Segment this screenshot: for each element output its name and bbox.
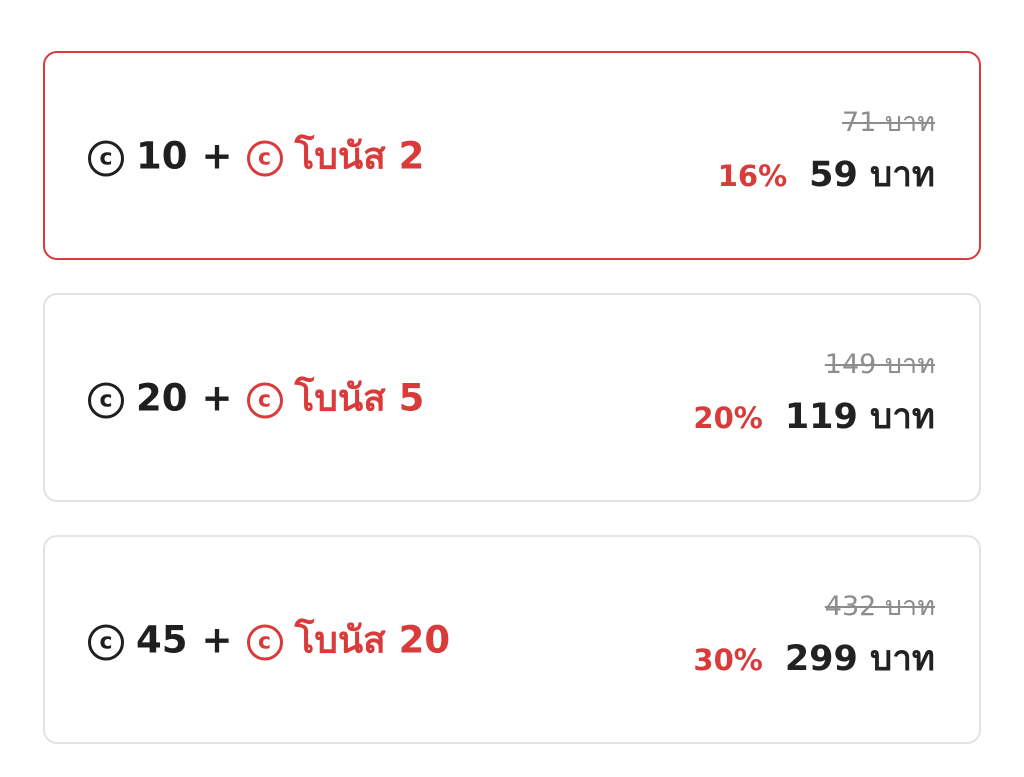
coin-amount: 10 xyxy=(136,134,188,177)
plus-sign: + xyxy=(201,376,233,419)
bonus-coin-icon: c xyxy=(246,140,283,177)
sale-price: 59 บาท xyxy=(809,155,935,195)
coin-summary: c 45 + c โบนัส 20 xyxy=(88,610,450,669)
coin-package-card-selected[interactable]: c 10 + c โบนัส 2 71 บาท 16% 59 บาท xyxy=(43,51,981,260)
coin-amount: 45 xyxy=(136,618,188,661)
price-info: 71 บาท 16% 59 บาท xyxy=(718,105,935,202)
coin-summary: c 10 + c โบนัส 2 xyxy=(88,126,424,185)
discount-percent: 16% xyxy=(717,159,788,193)
original-price: 71 บาท xyxy=(841,107,935,138)
price-info: 432 บาท 30% 299 บาท xyxy=(693,589,935,686)
bonus-label: โบนัส 20 xyxy=(294,618,451,661)
discount-percent: 30% xyxy=(693,643,763,677)
coin-icon: c xyxy=(88,140,124,177)
sale-price-row: 30% 299 บาท xyxy=(693,631,935,686)
original-price: 432 บาท xyxy=(824,591,935,622)
plus-sign: + xyxy=(201,134,233,177)
coin-package-card[interactable]: c 20 + c โบนัส 5 149 บาท 20% 119 บาท xyxy=(43,293,981,502)
coin-icon: c xyxy=(88,382,124,419)
bonus: c โบนัส 20 xyxy=(246,610,451,669)
sale-price-row: 20% 119 บาท xyxy=(693,389,935,444)
discount-percent: 20% xyxy=(693,401,763,435)
sale-price: 119 บาท xyxy=(784,397,935,437)
bonus: c โบนัส 5 xyxy=(246,368,425,427)
coin-amount: 20 xyxy=(136,376,188,419)
plus-sign: + xyxy=(201,618,233,661)
bonus-coin-icon: c xyxy=(246,382,283,419)
original-price: 149 บาท xyxy=(824,349,935,380)
coin-summary: c 20 + c โบนัส 5 xyxy=(88,368,424,427)
coin-icon: c xyxy=(88,624,124,661)
sale-price-row: 16% 59 บาท xyxy=(718,147,935,202)
coin-package-list: c 10 + c โบนัส 2 71 บาท 16% 59 บาท c 20 … xyxy=(43,51,981,777)
bonus-label: โบนัส 2 xyxy=(294,134,425,177)
sale-price: 299 บาท xyxy=(784,639,935,679)
price-info: 149 บาท 20% 119 บาท xyxy=(693,347,935,444)
bonus-coin-icon: c xyxy=(246,624,283,661)
bonus-label: โบนัส 5 xyxy=(294,376,425,419)
bonus: c โบนัส 2 xyxy=(246,126,425,185)
coin-package-card[interactable]: c 45 + c โบนัส 20 432 บาท 30% 299 บาท xyxy=(43,535,981,744)
